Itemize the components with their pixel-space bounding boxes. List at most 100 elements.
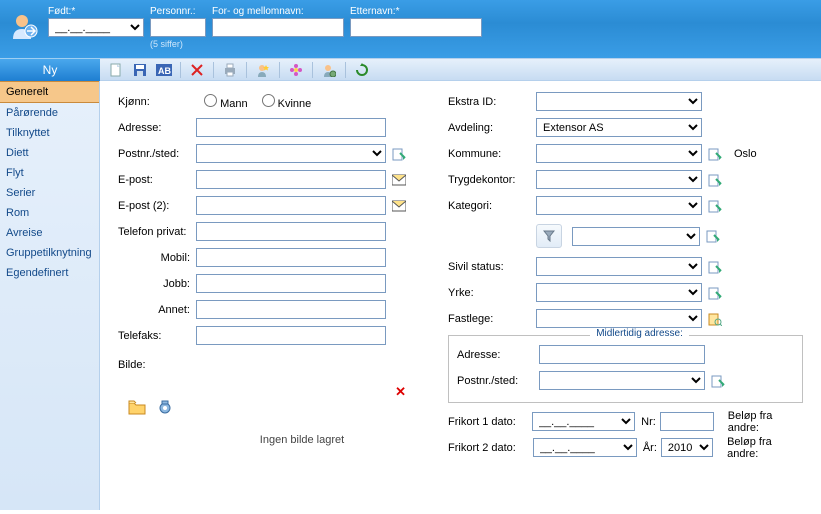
select-frikort2[interactable]: __.__.____ [533,438,637,457]
select-ar[interactable]: 2010 [661,438,713,457]
sidebar-item-serier[interactable]: Serier [0,183,99,203]
input-adresse[interactable] [196,118,386,137]
label-epost2: E-post (2): [118,200,196,212]
camera-icon[interactable] [156,398,174,416]
ab-icon[interactable]: AB [154,60,174,80]
delete-icon[interactable] [187,60,207,80]
label-epost: E-post: [118,174,196,186]
label-personnr: Personnr.: [150,6,206,17]
hint-personnr: (5 siffer) [150,39,206,49]
label-fornavn: For- og mellomnavn: [212,6,344,17]
input-mid-adresse[interactable] [539,345,705,364]
toolbar-separator [180,62,181,78]
lookup-trygdekontor-icon[interactable] [706,171,724,189]
print-icon[interactable] [220,60,240,80]
select-avdeling[interactable]: Extensor AS [536,118,702,137]
sidebar-item-diett[interactable]: Diett [0,143,99,163]
lookup-kommune-icon[interactable] [706,145,724,163]
lookup-kategori2-icon[interactable] [704,227,722,245]
sidebar-item-rom[interactable]: Rom [0,203,99,223]
label-belop1: Beløp fra andre: [728,410,803,434]
sidebar-header-ny: Ny [0,58,100,81]
select-kategori[interactable] [536,196,702,215]
legend-midlertidig: Midlertidig adresse: [590,328,689,339]
sidebar-item-avreise[interactable]: Avreise [0,223,99,243]
select-kommune[interactable] [536,144,702,163]
sidebar-item-egendefinert[interactable]: Egendefinert [0,263,99,283]
user-star-icon[interactable] [253,60,273,80]
sidebar-item-generelt[interactable]: Generelt [0,81,99,103]
lookup-kategori-icon[interactable] [706,197,724,215]
fieldset-midlertidig: Midlertidig adresse: Adresse: Postnr./st… [448,335,803,403]
select-fastlege[interactable] [536,309,702,328]
toolbar-separator [246,62,247,78]
label-kjonn: Kjønn: [118,96,196,108]
new-icon[interactable] [106,60,126,80]
input-mobil[interactable] [196,248,386,267]
label-yrke: Yrke: [448,287,536,299]
lookup-fastlege-icon[interactable] [706,310,724,328]
sidebar: Generelt Pårørende Tilknyttet Diett Flyt… [0,81,100,510]
field-fodt: Født:* __.__.____ [48,6,144,49]
lookup-postnr-icon[interactable] [390,145,408,163]
kommune-text: Oslo [734,148,757,160]
label-etternavn: Etternavn:* [350,6,482,17]
input-telefon[interactable] [196,222,386,241]
label-fodt: Født:* [48,6,144,17]
select-sivil[interactable] [536,257,702,276]
sidebar-item-gruppetilknytning[interactable]: Gruppetilknytning [0,243,99,263]
filter-icon[interactable] [536,224,562,248]
label-belop2: Beløp fra andre: [727,436,803,460]
radio-kvinne-wrapper[interactable]: Kvinne [262,94,312,110]
lookup-yrke-icon[interactable] [706,284,724,302]
field-personnr: Personnr.: (5 siffer) [150,6,206,49]
label-frikort1: Frikort 1 dato: [448,416,532,428]
radio-mann[interactable] [204,94,217,107]
label-sivil: Sivil status: [448,261,536,273]
select-frikort1[interactable]: __.__.____ [532,412,635,431]
input-personnr[interactable] [150,18,206,37]
save-icon[interactable] [130,60,150,80]
input-annet[interactable] [196,300,386,319]
label-frikort2: Frikort 2 dato: [448,442,533,454]
mail-icon[interactable] [390,171,408,189]
sidebar-item-parorende[interactable]: Pårørende [0,103,99,123]
input-nr[interactable] [660,412,714,431]
label-kategori: Kategori: [448,200,536,212]
input-etternavn[interactable] [350,18,482,37]
svg-text:AB: AB [158,66,171,76]
label-kommune: Kommune: [448,148,536,160]
sidebar-item-flyt[interactable]: Flyt [0,163,99,183]
input-epost2[interactable] [196,196,386,215]
mail-icon-2[interactable] [390,197,408,215]
radio-kvinne[interactable] [262,94,275,107]
sidebar-item-tilknyttet[interactable]: Tilknyttet [0,123,99,143]
select-mid-postnr[interactable] [539,371,705,390]
field-etternavn: Etternavn:* [350,6,482,49]
toolbar-separator [345,62,346,78]
lookup-mid-postnr-icon[interactable] [709,372,727,390]
input-fodt[interactable]: __.__.____ [48,18,144,37]
label-postnr: Postnr./sted: [118,148,196,160]
folder-icon[interactable] [128,398,146,416]
select-ekstraid[interactable] [536,92,702,111]
input-fornavn[interactable] [212,18,344,37]
user-gear-icon[interactable] [319,60,339,80]
right-column: Ekstra ID: Avdeling: Extensor AS Kommune… [448,91,803,514]
radio-kvinne-label: Kvinne [278,98,312,110]
flower-icon[interactable] [286,60,306,80]
label-trygdekontor: Trygdekontor: [448,174,536,186]
left-column: Kjønn: Mann Kvinne Adresse: Postnr./sted… [118,91,428,514]
toolbar: AB [100,58,821,81]
radio-mann-wrapper[interactable]: Mann [204,94,248,110]
input-telefaks[interactable] [196,326,386,345]
select-kategori2[interactable] [572,227,700,246]
refresh-icon[interactable] [352,60,372,80]
input-jobb[interactable] [196,274,386,293]
select-yrke[interactable] [536,283,702,302]
toolbar-strip: Ny AB [0,58,821,81]
select-trygdekontor[interactable] [536,170,702,189]
input-epost[interactable] [196,170,386,189]
select-postnr[interactable] [196,144,386,163]
lookup-sivil-icon[interactable] [706,258,724,276]
